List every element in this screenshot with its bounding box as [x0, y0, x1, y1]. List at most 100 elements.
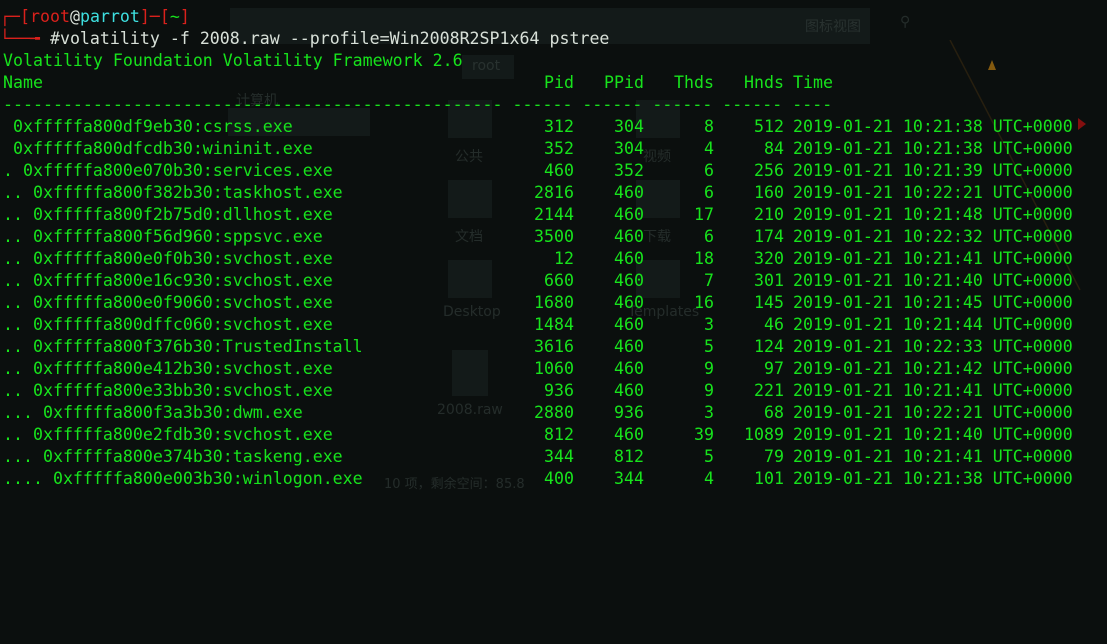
- table-row: .. 0xfffffa800e2fdb30:svchost.exe 812 46…: [0, 424, 1107, 446]
- column-header: Name Pid PPid Thds Hnds Time: [0, 72, 1107, 94]
- prompt-bracket-open: ┌─[: [0, 7, 30, 26]
- process-time: 2019-01-21 10:21:48 UTC+0000: [793, 205, 1073, 224]
- process-handles: 210: [754, 205, 784, 224]
- process-time: 2019-01-21 10:22:21 UTC+0000: [793, 183, 1073, 202]
- prompt-dir: ~: [169, 7, 180, 26]
- process-name: .... 0xfffffa800e003b30:winlogon.exe: [3, 469, 363, 488]
- process-handles: 160: [754, 183, 784, 202]
- process-pid: 344: [544, 447, 574, 466]
- process-handles: 221: [754, 381, 784, 400]
- process-name: .. 0xfffffa800f2b75d0:dllhost.exe: [3, 205, 333, 224]
- process-pid: 352: [544, 139, 574, 158]
- table-row: .. 0xfffffa800e0f0b30:svchost.exe 12 460…: [0, 248, 1107, 270]
- process-threads: 3: [704, 403, 714, 422]
- table-row: .. 0xfffffa800f382b30:taskhost.exe 2816 …: [0, 182, 1107, 204]
- command-text: volatility -f 2008.raw --profile=Win2008…: [59, 29, 610, 48]
- process-ppid: 936: [614, 403, 644, 422]
- process-handles: 68: [764, 403, 784, 422]
- table-row: .. 0xfffffa800e0f9060:svchost.exe 1680 4…: [0, 292, 1107, 314]
- process-threads: 39: [694, 425, 714, 444]
- process-handles: 145: [754, 293, 784, 312]
- process-name: .. 0xfffffa800f382b30:taskhost.exe: [3, 183, 343, 202]
- process-handles: 301: [754, 271, 784, 290]
- process-pid: 3616: [534, 337, 574, 356]
- prompt-host: parrot: [79, 7, 140, 26]
- table-row: .... 0xfffffa800e003b30:winlogon.exe 400…: [0, 468, 1107, 490]
- table-row: 0xfffffa800dfcdb30:wininit.exe 352 304 4…: [0, 138, 1107, 160]
- process-ppid: 460: [614, 227, 644, 246]
- process-pid: 1484: [534, 315, 574, 334]
- process-time: 2019-01-21 10:21:41 UTC+0000: [793, 447, 1073, 466]
- process-threads: 4: [704, 139, 714, 158]
- process-time: 2019-01-21 10:22:32 UTC+0000: [793, 227, 1073, 246]
- process-handles: 101: [754, 469, 784, 488]
- process-ppid: 344: [614, 469, 644, 488]
- process-time: 2019-01-21 10:21:38 UTC+0000: [793, 139, 1073, 158]
- prompt-bracket-close: ]: [179, 7, 190, 26]
- table-row: .. 0xfffffa800e16c930:svchost.exe 660 46…: [0, 270, 1107, 292]
- process-ppid: 304: [614, 117, 644, 136]
- process-name: .. 0xfffffa800e2fdb30:svchost.exe: [3, 425, 333, 444]
- process-threads: 16: [694, 293, 714, 312]
- process-time: 2019-01-21 10:21:38 UTC+0000: [793, 117, 1073, 136]
- command-line[interactable]: └──╼ #volatility -f 2008.raw --profile=W…: [0, 28, 1107, 50]
- terminal[interactable]: ┌─[root@parrot]─[~] └──╼ #volatility -f …: [0, 6, 1107, 490]
- process-threads: 9: [704, 359, 714, 378]
- process-handles: 256: [754, 161, 784, 180]
- table-row: .. 0xfffffa800f376b30:TrustedInstall 361…: [0, 336, 1107, 358]
- process-threads: 3: [704, 315, 714, 334]
- process-ppid: 460: [614, 293, 644, 312]
- prompt-corner: └──╼: [0, 29, 50, 48]
- process-pid: 3500: [534, 227, 574, 246]
- process-time: 2019-01-21 10:21:45 UTC+0000: [793, 293, 1073, 312]
- col-pid: Pid: [544, 73, 574, 92]
- process-pid: 660: [544, 271, 574, 290]
- process-pid: 460: [544, 161, 574, 180]
- process-name: 0xfffffa800dfcdb30:wininit.exe: [3, 139, 313, 158]
- col-name: Name: [3, 73, 43, 92]
- process-time: 2019-01-21 10:21:44 UTC+0000: [793, 315, 1073, 334]
- col-ppid: PPid: [604, 73, 644, 92]
- process-ppid: 460: [614, 359, 644, 378]
- process-time: 2019-01-21 10:21:41 UTC+0000: [793, 249, 1073, 268]
- separator-text: ----------------------------------------…: [3, 95, 833, 114]
- separator: ----------------------------------------…: [0, 94, 1107, 116]
- process-pid: 12: [554, 249, 574, 268]
- process-pid: 312: [544, 117, 574, 136]
- process-time: 2019-01-21 10:21:38 UTC+0000: [793, 469, 1073, 488]
- process-ppid: 460: [614, 183, 644, 202]
- process-ppid: 460: [614, 381, 644, 400]
- process-pid: 2144: [534, 205, 574, 224]
- table-row: ... 0xfffffa800f3a3b30:dwm.exe 2880 936 …: [0, 402, 1107, 424]
- process-ppid: 460: [614, 249, 644, 268]
- process-threads: 17: [694, 205, 714, 224]
- process-threads: 18: [694, 249, 714, 268]
- process-pid: 1680: [534, 293, 574, 312]
- process-name: .. 0xfffffa800e16c930:svchost.exe: [3, 271, 333, 290]
- process-threads: 8: [704, 117, 714, 136]
- process-ppid: 460: [614, 205, 644, 224]
- process-ppid: 460: [614, 425, 644, 444]
- prompt-hash: #: [49, 29, 60, 48]
- banner-text: Volatility Foundation Volatility Framewo…: [3, 51, 463, 70]
- process-threads: 4: [704, 469, 714, 488]
- table-row: . 0xfffffa800e070b30:services.exe 460 35…: [0, 160, 1107, 182]
- process-handles: 97: [764, 359, 784, 378]
- process-pid: 1060: [534, 359, 574, 378]
- process-pid: 936: [544, 381, 574, 400]
- prompt-user: root: [29, 7, 70, 26]
- process-handles: 84: [764, 139, 784, 158]
- table-row: .. 0xfffffa800dffc060:svchost.exe 1484 4…: [0, 314, 1107, 336]
- process-threads: 6: [704, 161, 714, 180]
- process-time: 2019-01-21 10:21:40 UTC+0000: [793, 271, 1073, 290]
- process-name: ... 0xfffffa800e374b30:taskeng.exe: [3, 447, 343, 466]
- prompt-at: @: [69, 7, 80, 26]
- process-name: .. 0xfffffa800e33bb30:svchost.exe: [3, 381, 333, 400]
- process-name: .. 0xfffffa800e0f0b30:svchost.exe: [3, 249, 333, 268]
- process-handles: 512: [754, 117, 784, 136]
- process-handles: 320: [754, 249, 784, 268]
- process-threads: 5: [704, 447, 714, 466]
- table-row: .. 0xfffffa800f2b75d0:dllhost.exe 2144 4…: [0, 204, 1107, 226]
- process-threads: 5: [704, 337, 714, 356]
- process-handles: 174: [754, 227, 784, 246]
